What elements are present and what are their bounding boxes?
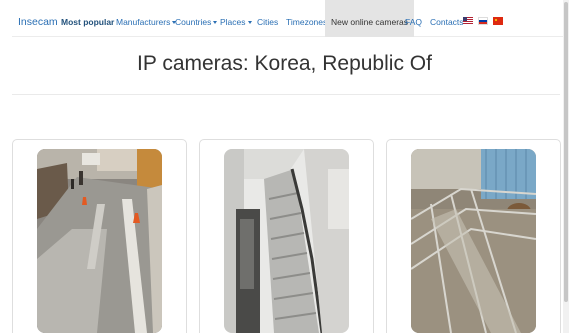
- russia-flag-icon[interactable]: [478, 17, 488, 25]
- vertical-scrollbar[interactable]: [563, 0, 569, 333]
- us-flag-icon[interactable]: [463, 17, 473, 25]
- nav-manufacturers-label: Manufacturers: [116, 17, 171, 27]
- nav-manufacturers[interactable]: Manufacturers: [116, 0, 177, 37]
- brand-link[interactable]: Insecam: [18, 0, 58, 37]
- street-corner-camera-thumbnail[interactable]: [37, 149, 162, 333]
- nav-countries[interactable]: Countries: [175, 0, 218, 37]
- chevron-down-icon: [247, 21, 252, 24]
- nav-countries-label: Countries: [175, 17, 212, 27]
- nav-cities[interactable]: Cities: [257, 0, 278, 37]
- livestock-pen-camera-thumbnail[interactable]: [411, 149, 536, 333]
- nav-new-online-cameras[interactable]: New online cameras: [325, 0, 415, 37]
- nav-faq[interactable]: FAQ: [405, 0, 422, 37]
- nav-timezones[interactable]: Timezones: [286, 0, 327, 37]
- top-navbar: Insecam Most popular Manufacturers Count…: [12, 0, 569, 37]
- china-flag-icon[interactable]: [493, 17, 503, 25]
- camera-card: [199, 139, 374, 333]
- camera-card: [386, 139, 561, 333]
- page-title: IP cameras: Korea, Republic Of: [137, 52, 432, 75]
- scrollbar-thumb[interactable]: [564, 2, 568, 302]
- divider: [12, 94, 560, 95]
- chevron-down-icon: [213, 21, 218, 24]
- nav-places-label: Places: [220, 17, 246, 27]
- page: Insecam Most popular Manufacturers Count…: [0, 0, 569, 333]
- nav-most-popular[interactable]: Most popular: [61, 0, 114, 37]
- stairwell-camera-thumbnail[interactable]: [224, 149, 349, 333]
- nav-places[interactable]: Places: [220, 0, 252, 37]
- camera-card: [12, 139, 187, 333]
- nav-contacts[interactable]: Contacts: [430, 0, 464, 37]
